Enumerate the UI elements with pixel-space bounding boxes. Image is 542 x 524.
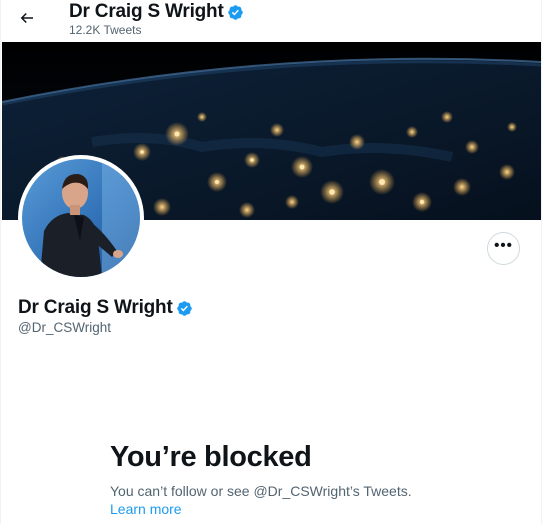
avatar[interactable] <box>18 155 144 281</box>
top-bar: Dr Craig S Wright 12.2K Tweets <box>1 0 541 42</box>
header-name-row: Dr Craig S Wright <box>69 1 244 23</box>
profile-page: Dr Craig S Wright 12.2K Tweets ••• Dr Cr… <box>0 0 542 524</box>
more-options-icon: ••• <box>494 236 513 254</box>
header-title: Dr Craig S Wright <box>69 1 224 22</box>
tweet-count: 12.2K Tweets <box>69 23 142 37</box>
profile-handle: @Dr_CSWright <box>18 320 111 335</box>
avatar-image <box>22 159 140 277</box>
profile-name: Dr Craig S Wright <box>18 297 173 318</box>
blocked-message: You can’t follow or see @Dr_CSWright’s T… <box>110 483 412 499</box>
back-button[interactable] <box>11 2 43 34</box>
learn-more-link[interactable]: Learn more <box>110 500 182 518</box>
verified-badge-icon[interactable] <box>176 300 193 317</box>
arrow-left-icon <box>20 12 33 24</box>
more-options-button[interactable]: ••• <box>487 232 520 265</box>
verified-badge-icon <box>227 4 243 20</box>
blocked-title: You’re blocked <box>110 441 312 473</box>
profile-name-row: Dr Craig S Wright <box>18 296 193 320</box>
